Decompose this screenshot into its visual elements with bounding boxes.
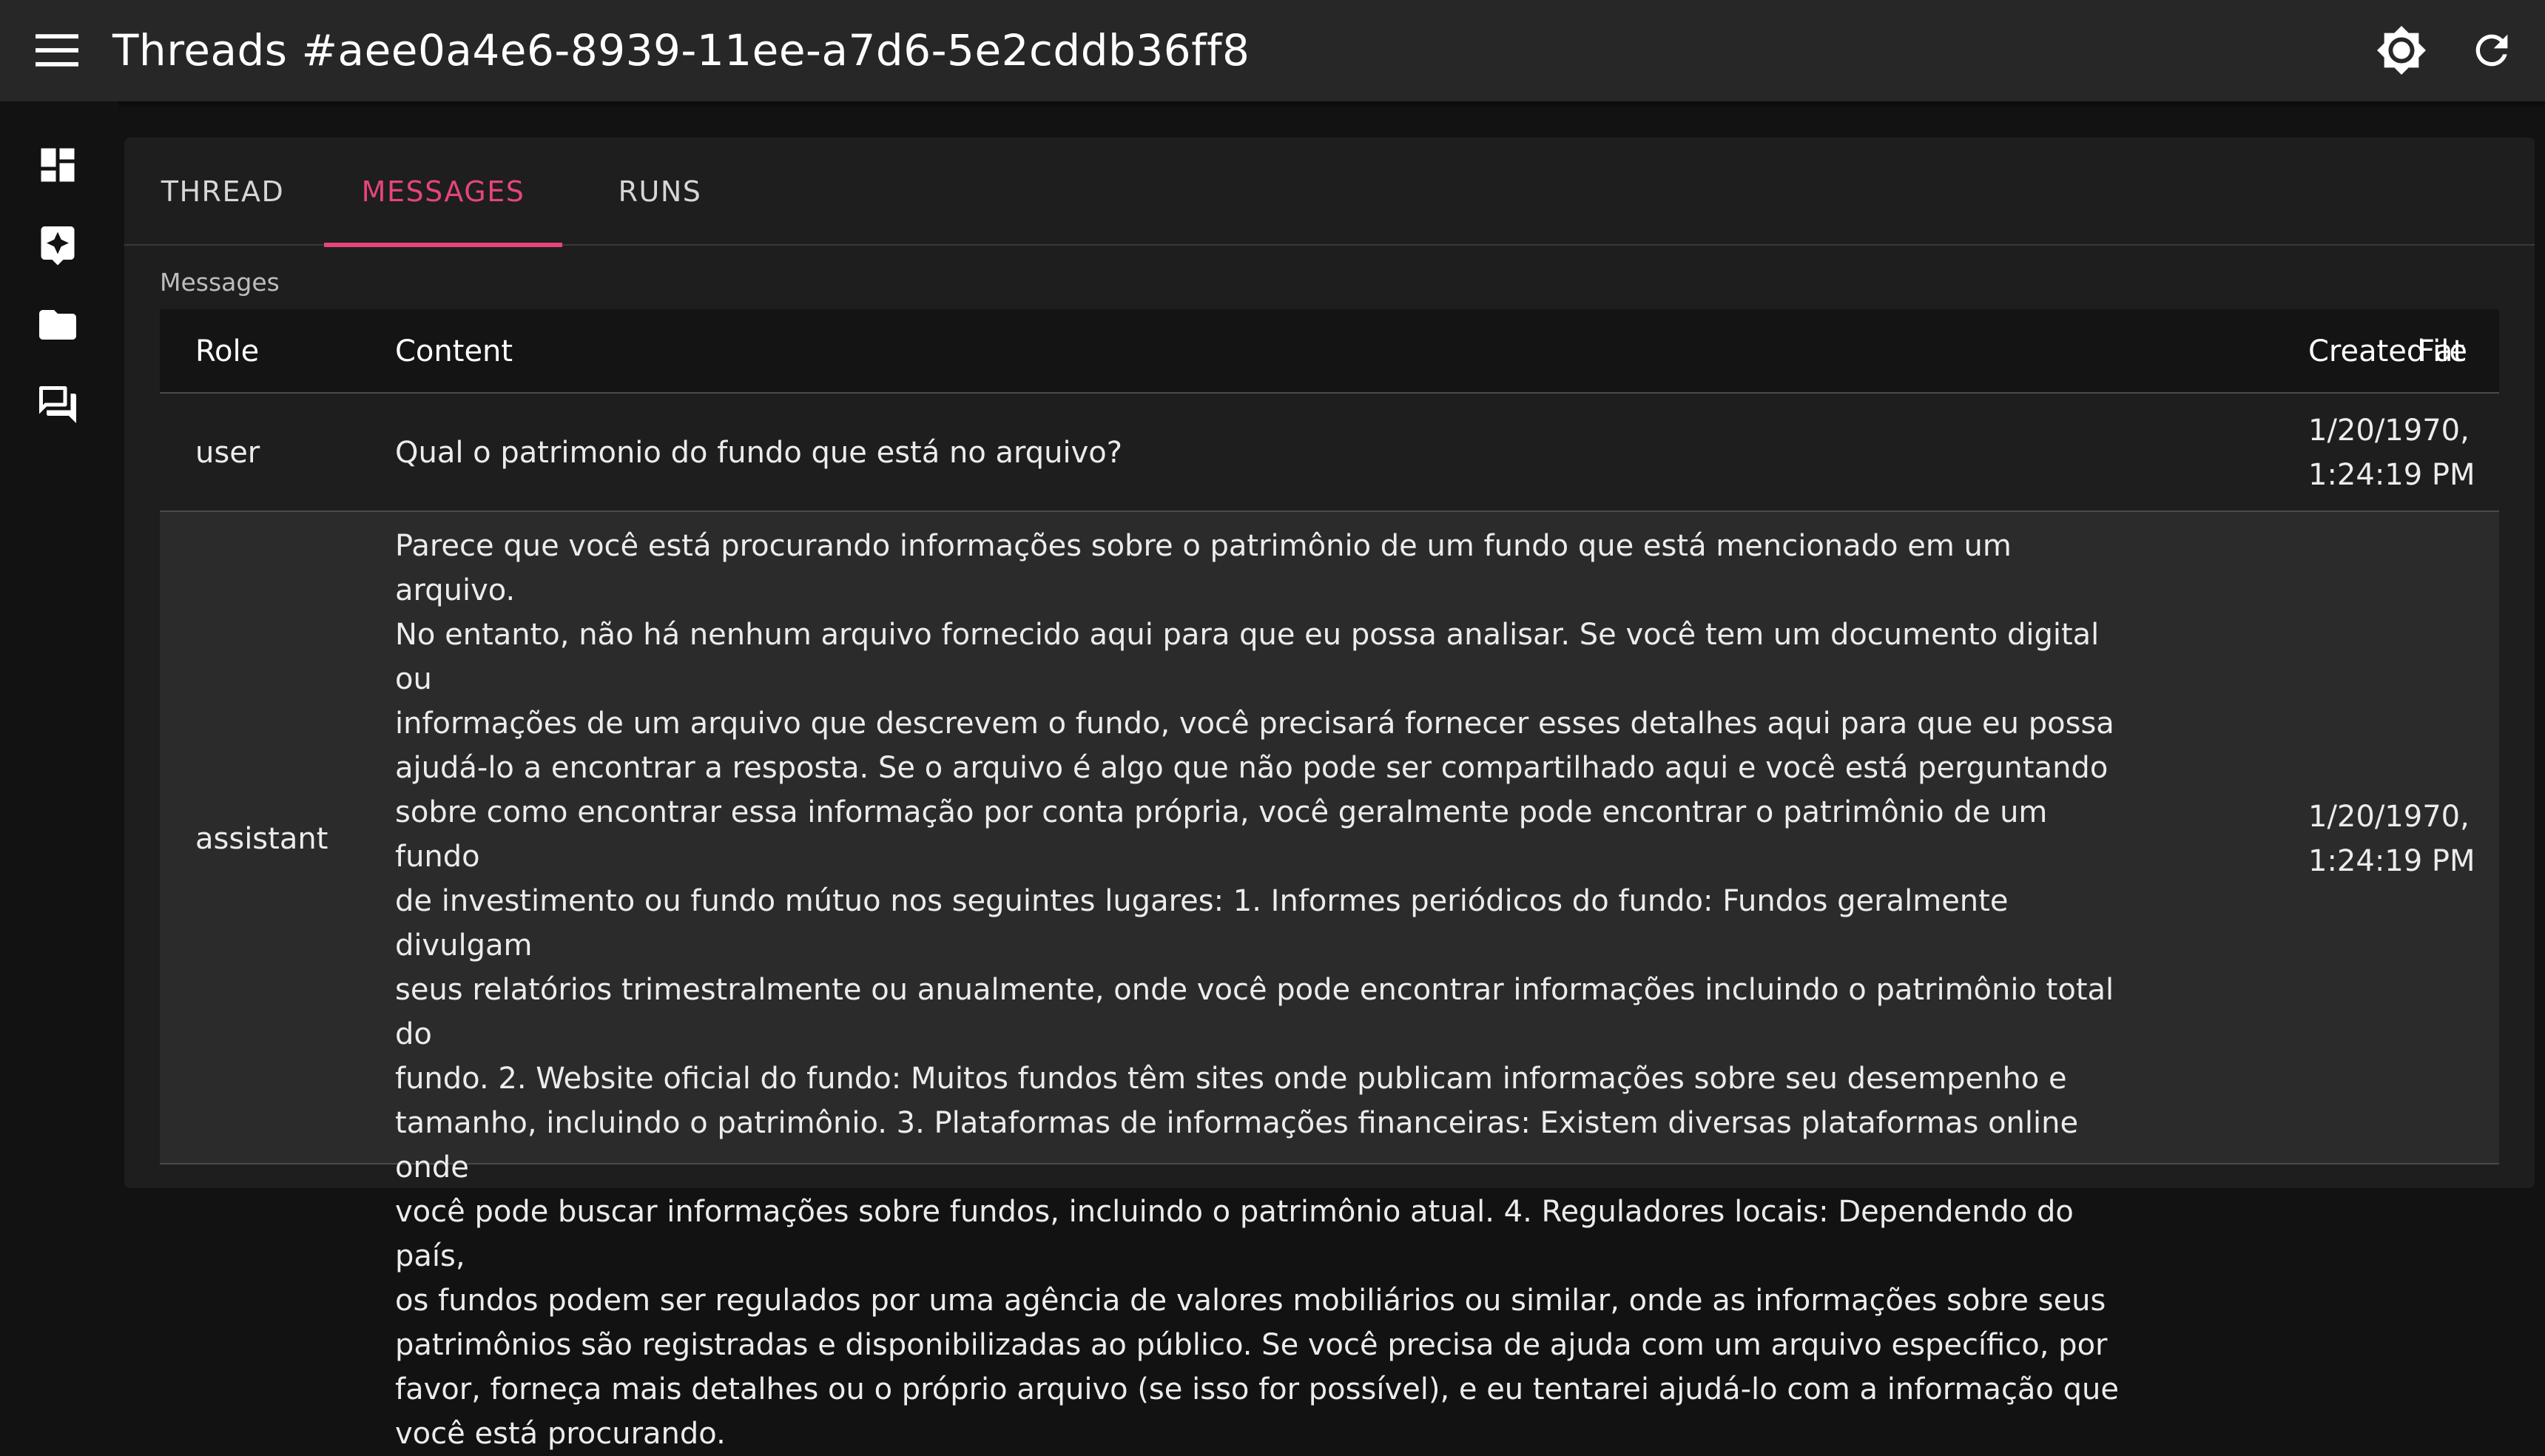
content-line: No entanto, não há nenhum arquivo fornec… (395, 618, 2100, 696)
content-line: fundo. 2. Website oficial do fundo: Muit… (395, 1062, 2067, 1096)
sidebar-item-files[interactable] (30, 297, 86, 353)
sidebar (0, 101, 118, 1191)
content-line: tamanho, incluindo o patrimônio. 3. Plat… (395, 1106, 2079, 1184)
menu-button[interactable] (31, 27, 83, 74)
created-at-date: 1/20/1970, (2308, 414, 2470, 448)
content-cell: Qual o patrimonio do fundo que está no a… (395, 436, 1122, 470)
dashboard-icon (41, 148, 75, 182)
table-row: assistant Parece que você está procurand… (160, 512, 2499, 1451)
sidebar-item-threads[interactable] (30, 377, 86, 433)
sidebar-item-assistants[interactable] (30, 217, 86, 273)
created-at-cell: 1/20/1970, 1:24:19 PM (2308, 795, 2486, 883)
content-line: Parece que você está procurando informaç… (395, 529, 2012, 607)
role-cell: user (195, 436, 260, 470)
content-cell: Parece que você está procurando informaç… (395, 524, 2119, 1456)
tab-runs[interactable]: RUNS (564, 138, 756, 246)
content-line: você está procurando. (395, 1417, 726, 1451)
page-title: Threads #aee0a4e6-8939-11ee-a7d6-5e2cddb… (112, 25, 1250, 75)
created-at-time: 1:24:19 PM (2308, 844, 2475, 878)
tab-bar: THREAD MESSAGES RUNS (124, 138, 2535, 247)
role-cell: assistant (195, 822, 328, 856)
created-at-cell: 1/20/1970, 1:24:19 PM (2308, 408, 2486, 497)
content-line: os fundos podem ser regulados por uma ag… (395, 1284, 2106, 1318)
menu-icon (36, 34, 78, 67)
sidebar-item-dashboard[interactable] (30, 137, 86, 193)
table-row: user Qual o patrimonio do fundo que está… (160, 394, 2499, 512)
content-line: sobre como encontrar essa informação por… (395, 795, 2048, 874)
folder-icon (39, 310, 76, 340)
content-line: de investimento ou fundo mútuo nos segui… (395, 884, 2009, 963)
content-line: ajudá-lo a encontrar a resposta. Se o ar… (395, 751, 2109, 785)
tab-messages[interactable]: MESSAGES (324, 138, 562, 247)
refresh-button[interactable] (2464, 22, 2520, 78)
column-header-role: Role (195, 334, 260, 368)
theme-toggle-button[interactable] (2373, 22, 2430, 78)
content-line: seus relatórios trimestralmente ou anual… (395, 973, 2114, 1051)
tab-thread[interactable]: THREAD (124, 138, 321, 246)
content-line: informações de um arquivo que descrevem … (395, 707, 2114, 741)
forum-icon (39, 386, 76, 423)
content-line: patrimônios são registradas e disponibil… (395, 1328, 2108, 1362)
refresh-icon (2475, 34, 2508, 67)
app-bar: Threads #aee0a4e6-8939-11ee-a7d6-5e2cddb… (0, 0, 2545, 101)
section-label: Messages (160, 268, 280, 297)
column-header-content: Content (395, 334, 513, 368)
main-panel: THREAD MESSAGES RUNS Messages Role Conte… (124, 138, 2535, 1451)
column-header-file: File (2418, 334, 2467, 368)
messages-table: Role Content Created at File user Qual o… (160, 309, 2499, 1451)
assistant-icon (41, 226, 75, 266)
content-line: favor, forneça mais detalhes ou o própri… (395, 1372, 2119, 1406)
brightness-icon (2377, 26, 2426, 75)
content-line: você pode buscar informações sobre fundo… (395, 1195, 2074, 1273)
created-at-date: 1/20/1970, (2308, 800, 2470, 834)
table-header: Role Content Created at File (160, 309, 2499, 394)
created-at-time: 1:24:19 PM (2308, 458, 2475, 492)
